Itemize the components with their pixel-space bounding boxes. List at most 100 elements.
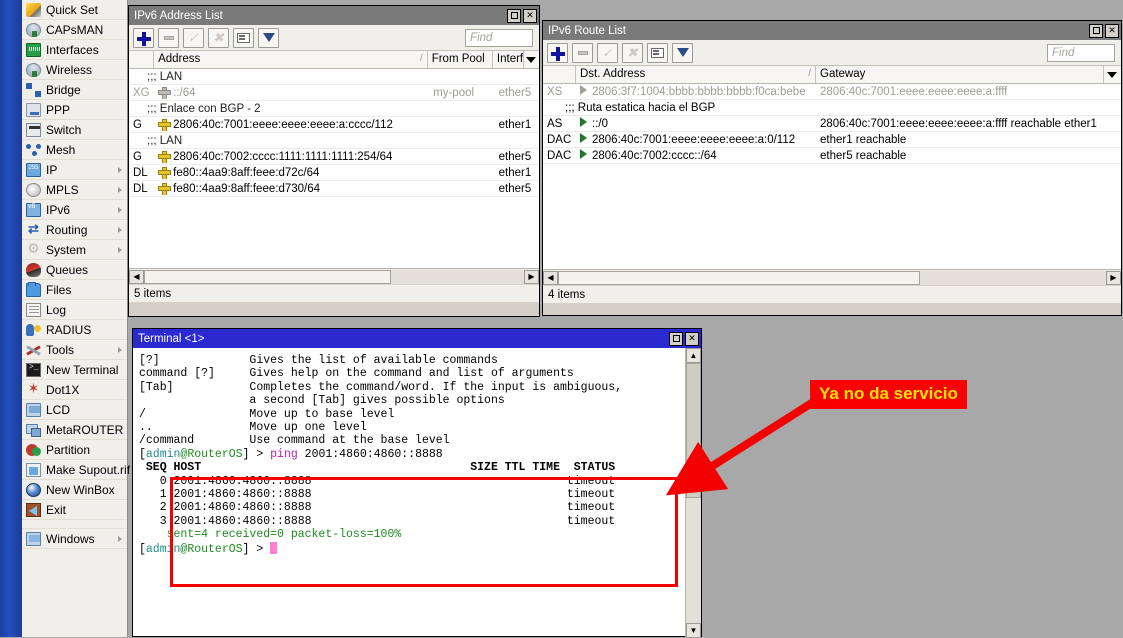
address-hscroll-left-arrow[interactable]: ◀ [129,270,144,284]
sidebar-item-partition[interactable]: Partition [22,440,127,460]
address-hscroll-right-arrow[interactable]: ▶ [524,270,539,284]
route-window-close-button[interactable]: ✕ [1105,24,1119,38]
sidebar-item-tools[interactable]: Tools [22,340,127,360]
route-find-input[interactable]: Find [1047,44,1115,62]
ipv6-address-list-window[interactable]: IPv6 Address List ✕ ✓ ✖ Find Address/ Fr… [128,5,540,317]
sidebar-item-wireless[interactable]: Wireless [22,60,127,80]
sidebar-item-new-winbox[interactable]: New WinBox [22,480,127,500]
sidebar-item-label: IPv6 [46,203,70,217]
table-row[interactable]: DAC2806:40c:7001:eeee:eeee:eeee:a:0/112e… [543,132,1121,148]
route-hscroll-track[interactable] [558,271,1106,285]
table-row[interactable]: DLfe80::4aa9:8aff:feee:d72c/64ether1 [129,165,539,181]
table-row[interactable]: DAC2806:40c:7002:cccc::/64ether5 reachab… [543,148,1121,164]
route-window-maximize-button[interactable] [1089,24,1103,38]
address-col-from-pool[interactable]: From Pool [428,51,493,68]
sidebar-item-label: Wireless [46,63,92,77]
filter-icon[interactable] [258,28,279,48]
sidebar-item-queues[interactable]: Queues [22,260,127,280]
remove-icon[interactable] [572,43,593,63]
address-col-address[interactable]: Address/ [154,51,428,68]
address-column-chooser-icon[interactable] [524,51,539,68]
sidebar-item-label: New WinBox [46,483,115,497]
address-window-titlebar[interactable]: IPv6 Address List ✕ [129,6,539,25]
sidebar-item-ip[interactable]: IP [22,160,127,180]
sidebar-item-new-terminal[interactable]: New Terminal [22,360,127,380]
terminal-prompt-line[interactable]: [admin@RouterOS] > [139,542,685,556]
sidebar-item-lcd[interactable]: LCD [22,400,127,420]
sidebar-item-dot1x[interactable]: Dot1X [22,380,127,400]
address-hscroll-thumb[interactable] [144,270,391,284]
add-icon[interactable] [133,28,154,48]
route-hscroll-left-arrow[interactable]: ◀ [543,271,558,285]
sidebar-item-system[interactable]: System [22,240,127,260]
annotation-label: Ya no da servicio [810,380,967,409]
route-column-chooser-icon[interactable] [1104,66,1120,83]
sidebar-item-switch[interactable]: Switch [22,120,127,140]
address-col-flags[interactable] [129,51,154,68]
route-hscroll-thumb[interactable] [558,271,920,285]
enable-icon[interactable]: ✓ [183,28,204,48]
table-row[interactable]: XG::/64my-poolether5 [129,85,539,101]
terminal-window[interactable]: Terminal <1> ✕ [?] Gives the list of ava… [132,328,702,637]
sidebar-item-radius[interactable]: RADIUS [22,320,127,340]
sidebar-item-log[interactable]: Log [22,300,127,320]
sidebar-item-routing[interactable]: Routing [22,220,127,240]
sidebar-item-label: Make Supout.rif [46,463,130,477]
terminal-scroll-down-arrow[interactable]: ▼ [686,623,701,638]
route-col-dst-address[interactable]: Dst. Address/ [576,66,816,83]
row-flags: G [129,119,154,131]
address-window-maximize-button[interactable] [507,9,521,23]
terminal-maximize-button[interactable] [669,332,683,346]
disable-icon[interactable]: ✖ [208,28,229,48]
comment-icon[interactable] [647,43,668,63]
sidebar-item-make-supout-rif[interactable]: Make Supout.rif [22,460,127,480]
table-row[interactable]: ;;; Enlace con BGP - 2 [129,101,539,117]
add-icon[interactable] [547,43,568,63]
table-row[interactable]: G2806:40c:7001:eeee:eeee:eeee:a:cccc/112… [129,117,539,133]
route-col-flags[interactable] [543,66,576,83]
address-col-interface[interactable]: Interf [493,51,524,68]
table-row[interactable]: DLfe80::4aa9:8aff:feee:d730/64ether5 [129,181,539,197]
sidebar-item-interfaces[interactable]: Interfaces [22,40,127,60]
filter-icon[interactable] [672,43,693,63]
terminal-close-button[interactable]: ✕ [685,332,699,346]
sidebar-item-quick-set[interactable]: Quick Set [22,0,127,20]
ipv6-route-list-window[interactable]: IPv6 Route List ✕ ✓ ✖ Find Dst. Address/… [542,20,1122,316]
route-window-titlebar[interactable]: IPv6 Route List ✕ [543,21,1121,40]
disable-icon[interactable]: ✖ [622,43,643,63]
sidebar-item-exit[interactable]: Exit [22,500,127,520]
sidebar-item-mesh[interactable]: Mesh [22,140,127,160]
ppp-icon [26,103,41,117]
table-row[interactable]: XS2806:3f7:1004:bbbb:bbbb:bbbb:f0ca:bebe… [543,84,1121,100]
table-row[interactable]: AS::/02806:40c:7001:eeee:eeee:eeee:a:fff… [543,116,1121,132]
comment-icon[interactable] [233,28,254,48]
sidebar-item-bridge[interactable]: Bridge [22,80,127,100]
table-row[interactable]: ;;; LAN [129,133,539,149]
remove-icon[interactable] [158,28,179,48]
enable-icon[interactable]: ✓ [597,43,618,63]
terminal-titlebar[interactable]: Terminal <1> ✕ [133,329,701,348]
table-row[interactable]: G2806:40c:7002:cccc:1111:1111:1111:254/6… [129,149,539,165]
sidebar-item-windows[interactable]: Windows [22,529,127,549]
route-hscrollbar[interactable]: ◀ ▶ [543,269,1121,285]
address-window-close-button[interactable]: ✕ [523,9,537,23]
address-hscrollbar[interactable]: ◀ ▶ [129,268,539,284]
terminal-scroll-up-arrow[interactable]: ▲ [686,348,701,363]
sidebar-item-label: Log [46,303,66,317]
route-col-gateway[interactable]: Gateway [816,66,1104,83]
address-find-input[interactable]: Find [465,29,533,47]
sidebar-item-ppp[interactable]: PPP [22,100,127,120]
address-hscroll-track[interactable] [144,270,524,284]
sidebar-item-metarouter[interactable]: MetaROUTER [22,420,127,440]
table-row[interactable]: ;;; Ruta estatica hacia el BGP [543,100,1121,116]
route-hscroll-right-arrow[interactable]: ▶ [1106,271,1121,285]
sidebar-item-ipv6[interactable]: IPv6 [22,200,127,220]
row-dst-address: 2806:40c:7002:cccc::/64 [576,149,816,162]
row-address-text: ::/64 [173,87,195,99]
sidebar-item-capsman[interactable]: CAPsMAN [22,20,127,40]
table-row[interactable]: ;;; LAN [129,69,539,85]
sidebar-item-files[interactable]: Files [22,280,127,300]
route-table-body: XS2806:3f7:1004:bbbb:bbbb:bbbb:f0ca:bebe… [543,84,1121,269]
sidebar-item-mpls[interactable]: MPLS [22,180,127,200]
terminal-output[interactable]: [?] Gives the list of available commands… [133,348,685,636]
